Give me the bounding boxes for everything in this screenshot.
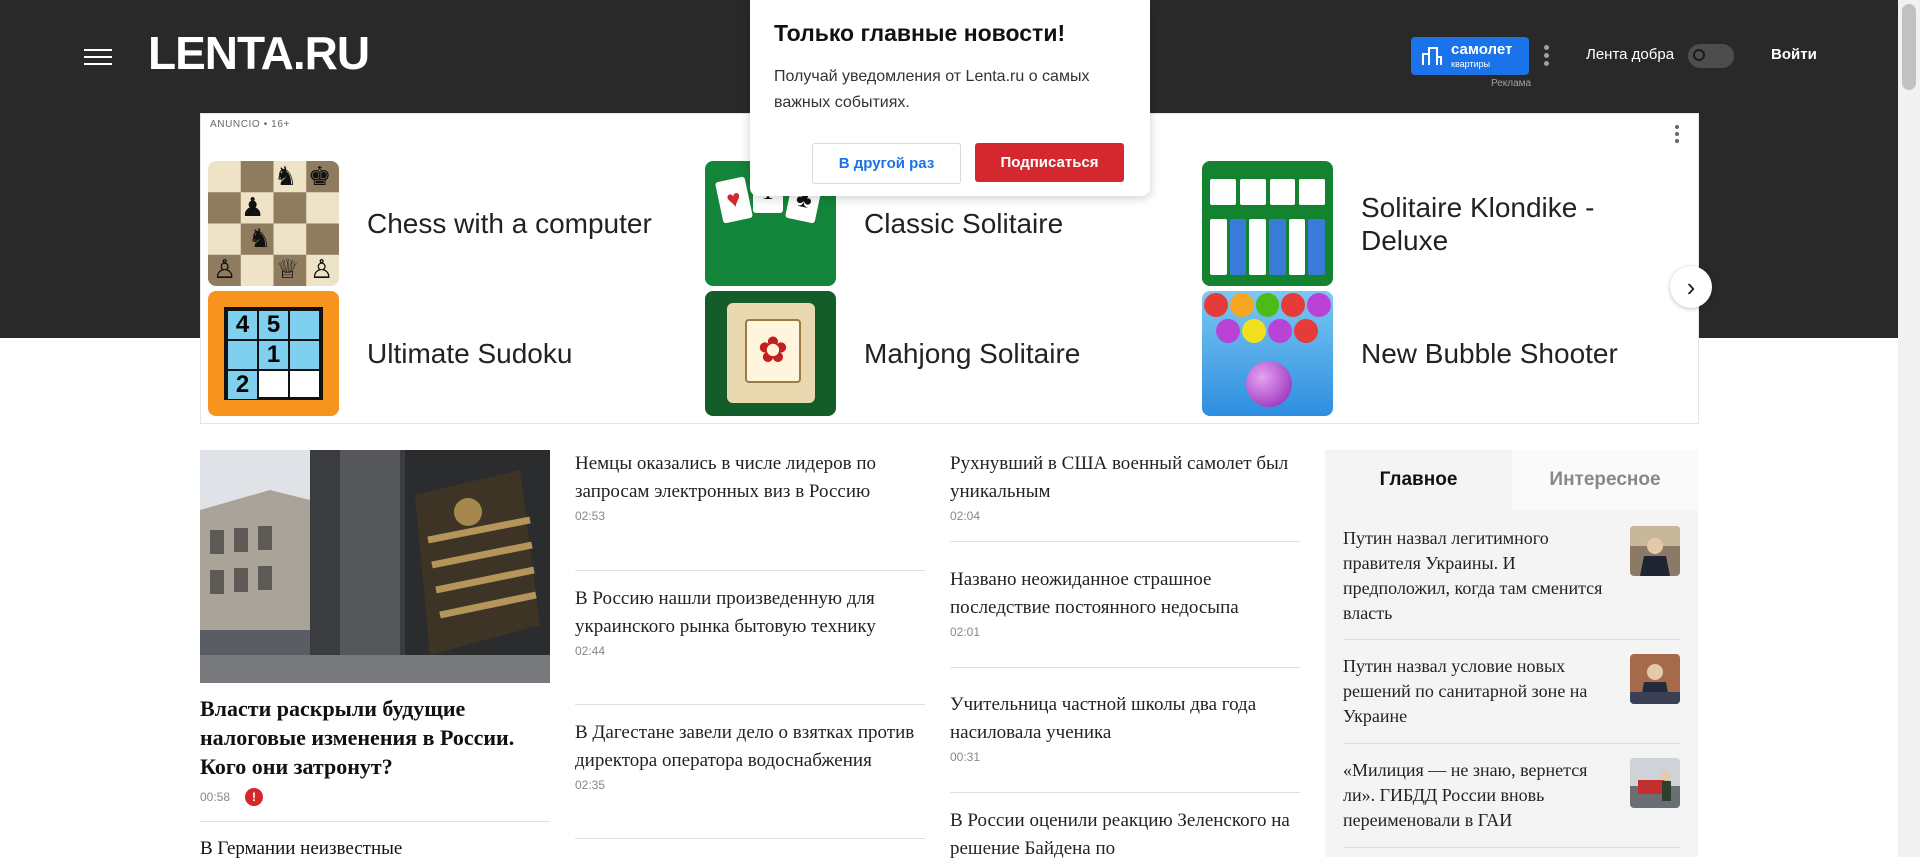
good-news-toggle[interactable]	[1688, 44, 1734, 68]
divider	[1343, 639, 1680, 640]
promo-ad-label: Реклама	[1491, 78, 1532, 89]
news-time: 02:44	[575, 644, 606, 658]
promo-banner[interactable]: самолет квартиры	[1411, 37, 1529, 75]
ad-game-item[interactable]: ♞ ♚ ♟ ♞ ♙ ♕ ♙ Chess with a computer	[208, 161, 688, 292]
page-scrollbar[interactable]	[1898, 0, 1920, 857]
news-thumbnail	[1630, 526, 1680, 576]
news-item[interactable]: В Россию нашли произведенную для украинс…	[575, 585, 925, 658]
ad-game-name: Mahjong Solitaire	[864, 338, 1081, 369]
ad-game-name: Solitaire Klondike - Deluxe	[1361, 191, 1595, 256]
ad-game-name: Ultimate Sudoku	[367, 338, 573, 369]
news-time: 02:53	[575, 509, 606, 523]
ad-game-item[interactable]: Solitaire Klondike - Deluxe	[1202, 161, 1682, 292]
news-title: Учительница частной школы два года насил…	[950, 694, 1257, 743]
divider	[1343, 847, 1680, 848]
login-button[interactable]: Войти	[1771, 46, 1817, 63]
divider	[950, 541, 1300, 542]
klondike-icon	[1202, 161, 1333, 286]
divider	[1343, 743, 1680, 744]
tab-main[interactable]: Главное	[1325, 450, 1512, 510]
chess-icon: ♞ ♚ ♟ ♞ ♙ ♕ ♙	[208, 161, 339, 286]
news-thumbnail	[1630, 758, 1680, 808]
ad-game-name: Chess with a computer	[367, 208, 652, 239]
news-time: 02:35	[575, 778, 606, 792]
news-title: Названо неожиданное страшное последствие…	[950, 569, 1239, 618]
news-title: В Россию нашли произведенную для украинс…	[575, 588, 876, 637]
subscribe-button[interactable]: Подписаться	[975, 143, 1124, 182]
ad-game-item[interactable]: 45 1 2 Ultimate Sudoku	[208, 291, 688, 422]
sidebar-news-title: Путин назвал условие новых решений по са…	[1343, 656, 1588, 726]
divider	[575, 570, 925, 571]
divider	[200, 821, 550, 822]
sidebar-news: Главное Интересное Путин назвал легитимн…	[1325, 450, 1698, 857]
ad-game-item[interactable]: New Bubble Shooter	[1202, 291, 1682, 422]
news-title: Рухнувший в США военный самолет был уник…	[950, 453, 1289, 502]
divider	[575, 704, 925, 705]
notification-popup: Только главные новости! Получай уведомле…	[750, 0, 1150, 196]
promo-subtitle: квартиры	[1451, 59, 1491, 69]
sidebar-news-title: Путин назвал легитимного правителя Украи…	[1343, 528, 1603, 623]
menu-icon[interactable]	[84, 46, 114, 68]
divider	[575, 838, 925, 839]
news-item[interactable]: Названо неожиданное страшное последствие…	[950, 566, 1300, 639]
divider	[950, 792, 1300, 793]
building-icon	[1422, 47, 1442, 65]
mahjong-icon: ✿	[705, 291, 836, 416]
news-item[interactable]: В России оценили реакцию Зеленского на р…	[950, 807, 1300, 863]
divider	[950, 667, 1300, 668]
news-title: В России оценили реакцию Зеленского на р…	[950, 810, 1290, 859]
bubble-shooter-icon	[1202, 291, 1333, 416]
sudoku-icon: 45 1 2	[208, 291, 339, 416]
news-title: Немцы оказались в числе лидеров по запро…	[575, 453, 877, 502]
more-options-icon[interactable]	[1542, 45, 1550, 69]
toggle-knob	[1693, 49, 1705, 61]
main-story-photo[interactable]	[200, 450, 550, 683]
good-news-label: Лента добра	[1586, 46, 1675, 63]
ad-game-item[interactable]: ✿ Mahjong Solitaire	[705, 291, 1185, 422]
chevron-right-icon[interactable]: ›	[1670, 266, 1712, 308]
news-title: В Дагестане завели дело о взятках против…	[575, 722, 915, 771]
news-item[interactable]: Немцы оказались в числе лидеров по запро…	[575, 450, 925, 523]
sidebar-news-title: «Милиция — не знаю, вернется ли». ГИБДД …	[1343, 760, 1588, 830]
promo-title: самолет	[1451, 41, 1513, 58]
popup-text: Получай уведомления от Lenta.ru о самых …	[774, 68, 1090, 111]
news-time: 00:31	[950, 750, 981, 764]
news-time: 02:04	[950, 509, 981, 523]
main-story-time: 00:58	[200, 790, 231, 804]
ad-label: ANUNCIO • 16+	[210, 119, 290, 130]
news-item[interactable]: В Дагестане завели дело о взятках против…	[575, 719, 925, 792]
news-item[interactable]: Учительница частной школы два года насил…	[950, 691, 1300, 764]
tab-interesting[interactable]: Интересное	[1512, 450, 1698, 510]
later-button[interactable]: В другой раз	[812, 143, 961, 184]
ad-options-icon[interactable]	[1674, 125, 1680, 146]
scrollbar-thumb[interactable]	[1902, 4, 1916, 90]
site-logo[interactable]: LENTA.RU	[148, 26, 370, 80]
news-item[interactable]: Рухнувший в США военный самолет был уник…	[950, 450, 1300, 523]
alert-badge: !	[245, 788, 263, 806]
news-time: 02:01	[950, 625, 981, 639]
news-thumbnail	[1630, 654, 1680, 704]
ad-game-name: New Bubble Shooter	[1361, 338, 1618, 369]
popup-title: Только главные новости!	[774, 20, 1066, 46]
main-story-title[interactable]: Власти раскрыли будущие налоговые измене…	[200, 694, 550, 781]
